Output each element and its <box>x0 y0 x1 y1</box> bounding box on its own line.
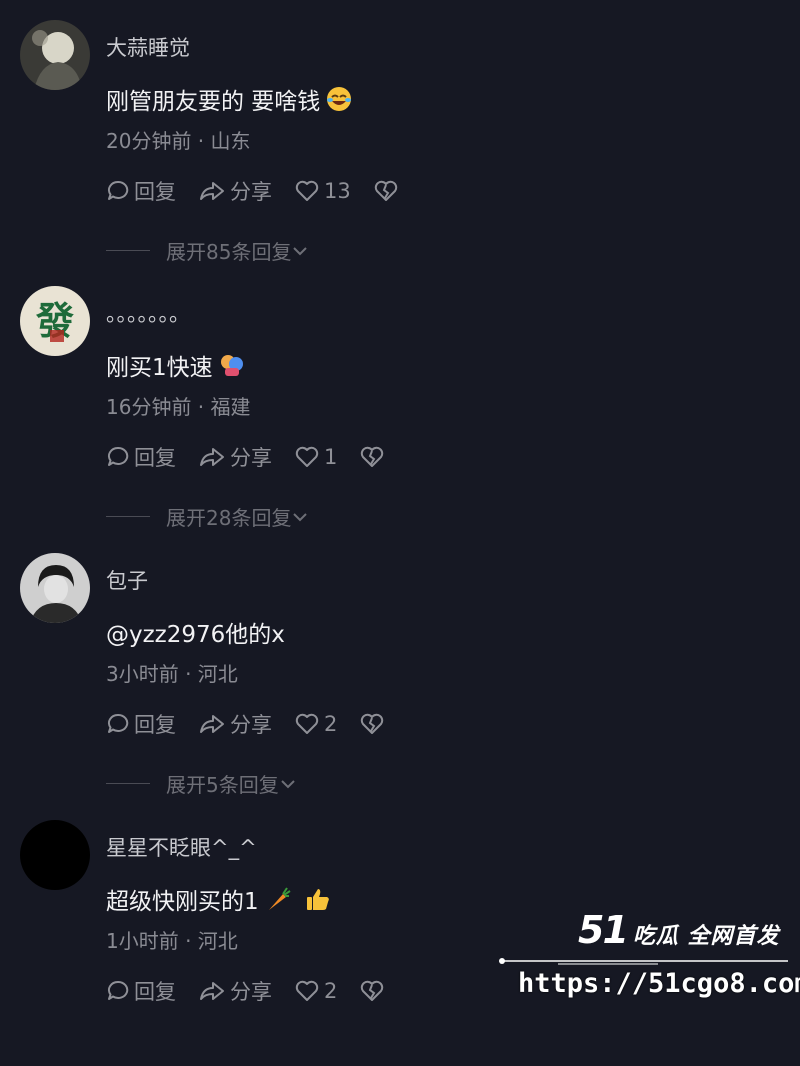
share-icon <box>200 448 224 466</box>
divider <box>106 250 150 251</box>
share-label: 分享 <box>230 980 272 1004</box>
share-button[interactable]: 分享 <box>198 976 272 1006</box>
reply-button[interactable]: 回复 <box>106 442 176 472</box>
reply-label: 回复 <box>134 980 176 1004</box>
comment-text: 刚管朋友要的 要啥钱 <box>106 82 352 116</box>
chevron-down-icon <box>293 512 308 521</box>
expand-replies-label: 展开28条回复 <box>166 506 292 530</box>
heart-icon <box>295 446 319 467</box>
comment-text-body: 刚买1快速 <box>106 355 213 381</box>
like-button[interactable]: 2 <box>294 712 337 736</box>
like-count: 1 <box>324 445 338 469</box>
avatar[interactable]: 發 <box>20 286 90 356</box>
like-count: 2 <box>324 712 338 736</box>
comment-meta: 1小时前 · 河北 <box>106 929 238 953</box>
reply-button[interactable]: 回复 <box>106 709 176 739</box>
reply-button[interactable]: 回复 <box>106 176 176 206</box>
watermark: 51 吃瓜 全网首发 https://51cgo8.com <box>498 900 800 1015</box>
share-icon <box>200 715 224 733</box>
comment-meta: 20分钟前 · 山东 <box>106 129 251 153</box>
watermark-number: 51 <box>578 908 629 952</box>
heart-icon <box>295 980 319 1001</box>
divider <box>106 516 150 517</box>
reply-icon <box>107 180 129 200</box>
username[interactable]: 大蒜睡觉 <box>106 32 190 62</box>
dislike-button[interactable] <box>373 179 399 203</box>
heart-icon <box>295 713 319 734</box>
share-button[interactable]: 分享 <box>198 176 272 206</box>
username[interactable]: 。。。。。。。 <box>106 298 190 328</box>
watermark-brand: 51 吃瓜 全网首发 <box>578 908 780 952</box>
broken-heart-icon <box>361 446 384 467</box>
share-icon <box>200 982 224 1000</box>
carrot-icon <box>265 886 291 912</box>
expand-replies[interactable]: 展开28条回复 <box>106 502 309 531</box>
like-count: 2 <box>324 979 338 1003</box>
comment-text-body: @yzz2976他的x <box>106 622 285 648</box>
reply-button[interactable]: 回复 <box>106 976 176 1006</box>
like-button[interactable]: 13 <box>294 179 351 203</box>
reply-label: 回复 <box>134 446 176 470</box>
broken-heart-icon <box>361 713 384 734</box>
share-label: 分享 <box>230 446 272 470</box>
heart-icon <box>295 180 319 201</box>
share-button[interactable]: 分享 <box>198 442 272 472</box>
comment-item: 包子 @yzz2976他的x 3小时前 · 河北 回复 分享 2 展开5条回复 <box>0 533 800 799</box>
dislike-button[interactable] <box>359 712 385 736</box>
reply-label: 回复 <box>134 713 176 737</box>
dislike-button[interactable] <box>359 979 385 1003</box>
comment-meta: 16分钟前 · 福建 <box>106 395 251 419</box>
avatar[interactable] <box>20 820 90 890</box>
reply-icon <box>107 713 129 733</box>
avatar[interactable] <box>20 20 90 90</box>
expand-replies-label: 展开85条回复 <box>166 240 292 264</box>
comment-text: 超级快刚买的1 <box>106 882 331 916</box>
comment-actions: 回复 分享 1 <box>106 442 407 472</box>
avatar[interactable] <box>20 553 90 623</box>
expand-replies-label: 展开5条回复 <box>166 773 279 797</box>
chevron-down-icon <box>281 779 295 788</box>
comment-text: @yzz2976他的x <box>106 615 285 649</box>
share-label: 分享 <box>230 180 272 204</box>
hug-emoji-icon <box>219 352 245 378</box>
expand-replies[interactable]: 展开5条回复 <box>106 769 297 798</box>
comment-actions: 回复 分享 13 <box>106 176 421 206</box>
comment-actions: 回复 分享 2 <box>106 976 407 1006</box>
broken-heart-icon <box>374 180 397 201</box>
comment-item: 大蒜睡觉 刚管朋友要的 要啥钱 20分钟前 · 山东 回复 分享 13 展开85… <box>0 0 800 266</box>
laugh-cry-emoji-icon <box>326 86 352 112</box>
like-count: 13 <box>324 179 351 203</box>
chevron-down-icon <box>293 246 308 255</box>
comment-text-body: 刚管朋友要的 要啥钱 <box>106 89 321 115</box>
username[interactable]: 包子 <box>106 565 148 595</box>
reply-label: 回复 <box>134 180 176 204</box>
share-button[interactable]: 分享 <box>198 709 272 739</box>
comment-actions: 回复 分享 2 <box>106 709 407 739</box>
like-button[interactable]: 2 <box>294 979 337 1003</box>
watermark-divider-icon <box>499 958 788 965</box>
username[interactable]: 星星不眨眼^_^ <box>106 832 257 862</box>
share-label: 分享 <box>230 713 272 737</box>
share-icon <box>200 182 224 200</box>
comment-meta: 3小时前 · 河北 <box>106 662 238 686</box>
divider <box>106 783 150 784</box>
comment-text: 刚买1快速 <box>106 348 245 382</box>
comment-item: 發 。。。。。。。 刚买1快速 16分钟前 · 福建 回复 分享 1 展开28条… <box>0 266 800 532</box>
reply-icon <box>107 446 129 466</box>
like-button[interactable]: 1 <box>294 445 337 469</box>
broken-heart-icon <box>361 980 384 1001</box>
thumbs-up-icon <box>305 886 331 912</box>
expand-replies[interactable]: 展开85条回复 <box>106 236 309 265</box>
dislike-button[interactable] <box>359 445 385 469</box>
reply-icon <box>107 980 129 1000</box>
comment-text-body: 超级快刚买的1 <box>106 889 259 915</box>
watermark-tagline: 吃瓜 全网首发 <box>632 924 780 949</box>
watermark-url: https://51cgo8.com <box>518 968 800 999</box>
